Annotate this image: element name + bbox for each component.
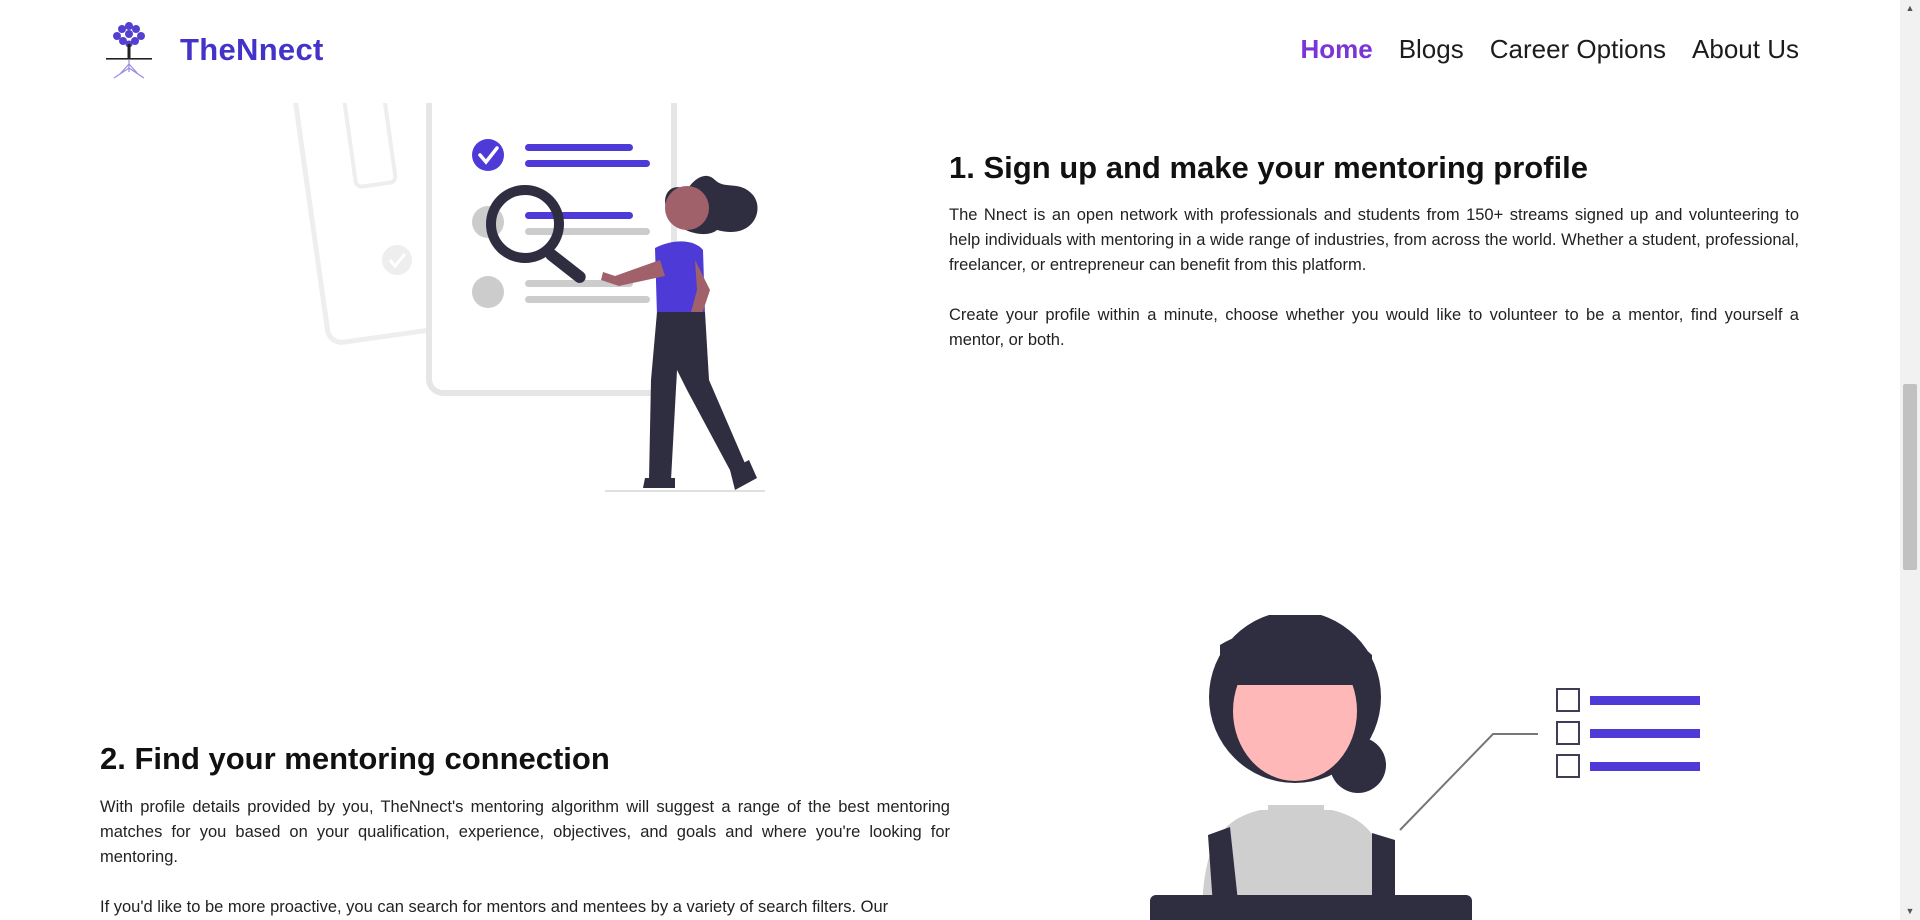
section-2-paragraph-2: If you'd like to be more proactive, you …: [100, 898, 889, 916]
section-2-title: 2. Find your mentoring connection: [100, 741, 610, 776]
profile-search-illustration: [291, 80, 765, 492]
scrollbar-thumb[interactable]: [1903, 384, 1917, 570]
scroll-down-arrow-icon[interactable]: ▼: [1900, 903, 1920, 920]
section-2-paragraph-1: With profile details provided by you, Th…: [100, 798, 950, 866]
section-1-paragraph-1: The Nnect is an open network with profes…: [949, 206, 1799, 274]
nav-career-options[interactable]: Career Options: [1490, 34, 1666, 65]
nav-blogs[interactable]: Blogs: [1399, 34, 1464, 65]
brand-name[interactable]: TheNnect: [180, 32, 324, 68]
checklist-person-illustration: [1150, 615, 1700, 920]
tree-icon[interactable]: [100, 16, 158, 82]
nav-home[interactable]: Home: [1300, 34, 1372, 65]
nav-about-us[interactable]: About Us: [1692, 34, 1799, 65]
section-1-title: 1. Sign up and make your mentoring profi…: [949, 150, 1589, 185]
main-nav: Home Blogs Career Options About Us: [1300, 34, 1799, 65]
site-header: TheNnect Home Blogs Career Options About…: [0, 0, 1900, 103]
page-scrollbar[interactable]: ▲ ▼: [1900, 0, 1920, 920]
section-1-paragraph-2: Create your profile within a minute, cho…: [949, 306, 1799, 349]
scroll-up-arrow-icon[interactable]: ▲: [1900, 0, 1920, 17]
